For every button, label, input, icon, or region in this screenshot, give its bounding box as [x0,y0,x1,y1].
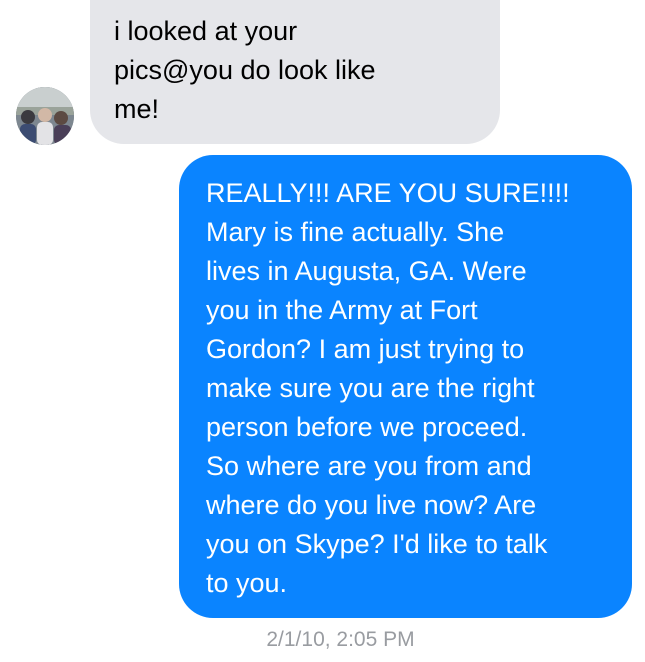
outgoing-message-bubble[interactable]: REALLY!!! ARE YOU SURE!!!! Mary is fine … [179,155,632,618]
outgoing-message-text: REALLY!!! ARE YOU SURE!!!! Mary is fine … [206,178,570,598]
incoming-message-bubble[interactable]: i looked at your pics@you do look like m… [90,0,500,144]
incoming-message-text: i looked at your pics@you do look like m… [114,16,376,124]
avatar-photo-icon [16,87,74,145]
message-timestamp: 2/1/10, 2:05 PM [266,628,415,651]
contact-avatar[interactable] [16,87,74,145]
